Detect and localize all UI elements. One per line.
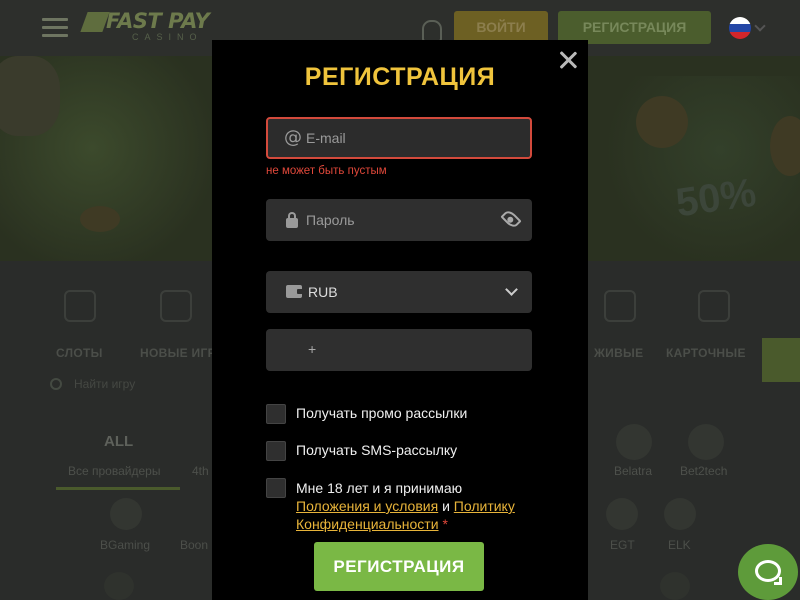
phone-prefix: + <box>308 341 317 357</box>
terms-prefix: Мне 18 лет и я принимаю <box>296 480 463 496</box>
terms-checkbox[interactable] <box>266 478 286 498</box>
phone-field[interactable]: + <box>266 329 532 371</box>
flag-ru-icon[interactable] <box>729 17 751 39</box>
promo-label: Получать промо рассылки <box>296 405 468 421</box>
lock-icon <box>286 212 298 228</box>
slots-icon[interactable] <box>64 290 96 322</box>
bell-icon[interactable] <box>422 20 442 42</box>
banner-character <box>0 56 60 136</box>
elk-icon[interactable] <box>664 498 696 530</box>
register-submit-button[interactable]: РЕГИСТРАЦИЯ <box>314 542 484 591</box>
required-mark: * <box>442 516 448 532</box>
table-games-icon[interactable] <box>698 290 730 322</box>
provider-all[interactable]: Все провайдеры <box>68 464 160 478</box>
modal-title: РЕГИСТРАЦИЯ <box>304 63 496 91</box>
currency-value: RUB <box>308 284 338 300</box>
coin-image <box>80 206 120 232</box>
email-field[interactable]: @ <box>266 117 532 159</box>
promo-checkbox[interactable] <box>266 404 286 424</box>
game-search-input[interactable]: Найти игру <box>74 377 135 391</box>
terms-and: и <box>442 498 450 514</box>
category-live[interactable]: ЖИВЫЕ <box>594 346 643 360</box>
provider-bgaming[interactable]: BGaming <box>100 538 150 552</box>
bet2tech-icon[interactable] <box>688 424 724 460</box>
game-thumb-icon[interactable] <box>104 572 134 600</box>
currency-select[interactable]: RUB <box>266 271 532 313</box>
terms-text: Мне 18 лет и я принимаю Положения и усло… <box>296 479 536 533</box>
card-games-icon[interactable] <box>604 290 636 322</box>
provider-egt[interactable]: EGT <box>610 538 635 552</box>
new-games-icon[interactable] <box>160 290 192 322</box>
at-sign-icon: @ <box>284 127 302 148</box>
tab-all[interactable]: ALL <box>104 433 133 450</box>
email-error: не может быть пустым <box>266 165 387 177</box>
email-input[interactable] <box>306 119 496 157</box>
logo[interactable]: FAST PAY CASINO <box>80 10 214 46</box>
provider-4th[interactable]: 4th <box>192 464 209 478</box>
sms-label: Получать SMS-рассылку <box>296 442 458 458</box>
sms-checkbox[interactable] <box>266 441 286 461</box>
category-slots[interactable]: СЛОТЫ <box>56 346 103 360</box>
password-field[interactable] <box>266 199 532 241</box>
provider-boon[interactable]: Boon <box>180 538 208 552</box>
provider-belatra[interactable]: Belatra <box>614 464 652 478</box>
wallet-icon <box>286 285 303 298</box>
chevron-down-icon <box>505 283 518 296</box>
chevron-down-icon <box>754 20 766 32</box>
bgaming-icon[interactable] <box>110 498 142 530</box>
eye-icon[interactable] <box>500 208 522 230</box>
password-input[interactable] <box>306 199 496 241</box>
category-cards[interactable]: КАРТОЧНЫЕ <box>666 346 746 360</box>
game-thumb-icon[interactable] <box>660 572 690 600</box>
belatra-icon[interactable] <box>616 424 652 460</box>
search-icon <box>50 378 62 390</box>
egt-icon[interactable] <box>606 498 638 530</box>
menu-icon[interactable] <box>42 18 68 38</box>
logo-subtext: CASINO <box>132 32 203 42</box>
provider-bet2tech[interactable]: Bet2tech <box>680 464 727 478</box>
phone-input[interactable] <box>322 329 512 371</box>
coin-image <box>636 96 688 148</box>
chat-button[interactable] <box>738 544 798 600</box>
terms-link[interactable]: Положения и условия <box>296 498 438 514</box>
active-tab-indicator <box>56 487 180 490</box>
provider-elk[interactable]: ELK <box>668 538 691 552</box>
side-tab[interactable] <box>762 338 800 382</box>
